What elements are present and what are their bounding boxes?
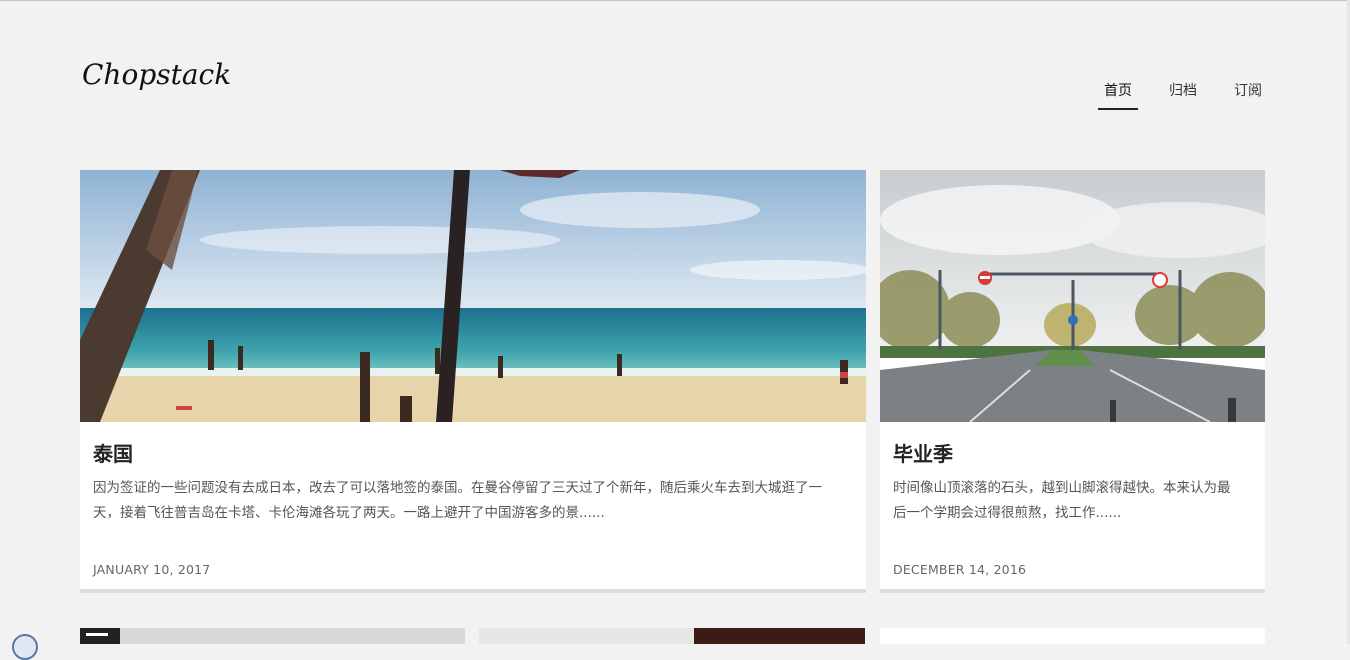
site-logo[interactable]: Chopstack — [82, 58, 231, 91]
nav-item-home[interactable]: 首页 — [1098, 78, 1138, 110]
arrow-icon — [86, 633, 108, 636]
post-excerpt: 因为签证的一些问题没有去成日本，改去了可以落地签的泰国。在曼谷停留了三天过了个新… — [93, 476, 822, 526]
floating-circle-icon[interactable] — [12, 634, 38, 660]
post-excerpt-line: 因为签证的一些问题没有去成日本，改去了可以落地签的泰国。在曼谷停留了三天过了个新… — [93, 480, 822, 496]
post-image-partial[interactable] — [479, 628, 865, 644]
partial-photo-dark — [80, 628, 120, 644]
main-nav: 首页 归档 订阅 — [1098, 78, 1293, 110]
post-card-partial[interactable] — [880, 628, 1265, 644]
post-title[interactable]: 泰国 — [93, 438, 133, 467]
post-image-beach[interactable] — [80, 170, 866, 422]
post-excerpt-line: 天，接着飞往普吉岛在卡塔、卡伦海滩各玩了两天。一路上避开了中国游客多的景....… — [93, 505, 605, 521]
post-image-partial[interactable] — [80, 628, 465, 644]
nav-item-archive[interactable]: 归档 — [1163, 78, 1203, 108]
post-date: DECEMBER 14, 2016 — [893, 562, 1027, 577]
post-excerpt-line: 后一个学期会过得很煎熬，找工作...... — [893, 505, 1122, 521]
post-card[interactable]: 毕业季 时间像山顶滚落的石头，越到山脚滚得越快。本来认为最 后一个学期会过得很煎… — [880, 170, 1265, 593]
post-image-road[interactable] — [880, 170, 1265, 422]
partial-photo-dark — [694, 628, 865, 644]
post-excerpt-line: 时间像山顶滚落的石头，越到山脚滚得越快。本来认为最 — [893, 480, 1231, 496]
post-title[interactable]: 毕业季 — [893, 438, 953, 467]
post-card[interactable]: 泰国 因为签证的一些问题没有去成日本，改去了可以落地签的泰国。在曼谷停留了三天过… — [80, 170, 866, 593]
post-excerpt: 时间像山顶滚落的石头，越到山脚滚得越快。本来认为最 后一个学期会过得很煎熬，找工… — [893, 476, 1231, 526]
post-date: JANUARY 10, 2017 — [93, 562, 211, 577]
beach-photo — [80, 170, 866, 422]
road-photo — [880, 170, 1265, 422]
nav-item-subscribe[interactable]: 订阅 — [1228, 78, 1268, 108]
top-rule — [0, 0, 1350, 1]
